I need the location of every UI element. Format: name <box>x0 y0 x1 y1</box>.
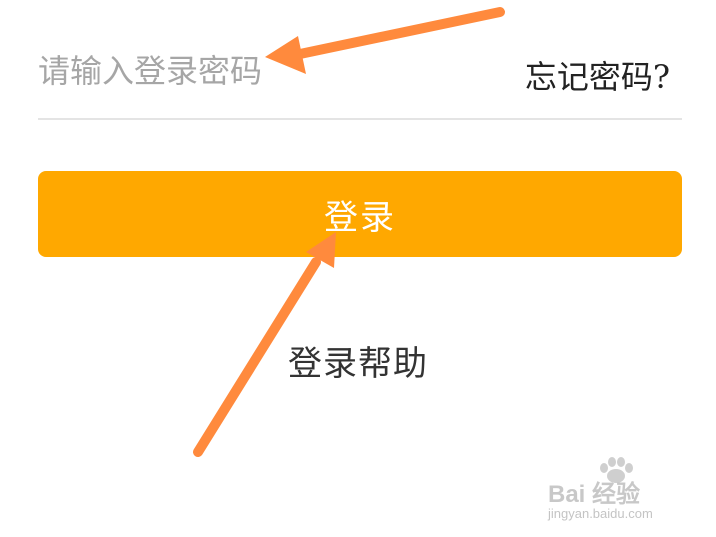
watermark-logo: Bai 经验 <box>548 481 641 508</box>
login-button[interactable]: 登录 <box>38 171 682 257</box>
login-help-link[interactable]: 登录帮助 <box>0 336 716 385</box>
password-row: 忘记密码? <box>38 38 682 120</box>
password-input[interactable] <box>38 48 458 94</box>
forgot-password-link[interactable]: 忘记密码? <box>525 52 670 98</box>
watermark-url: jingyan.baidu.com <box>548 506 653 521</box>
baidu-jingyan-watermark: Bai 经验 jingyan.baidu.com <box>548 457 698 526</box>
